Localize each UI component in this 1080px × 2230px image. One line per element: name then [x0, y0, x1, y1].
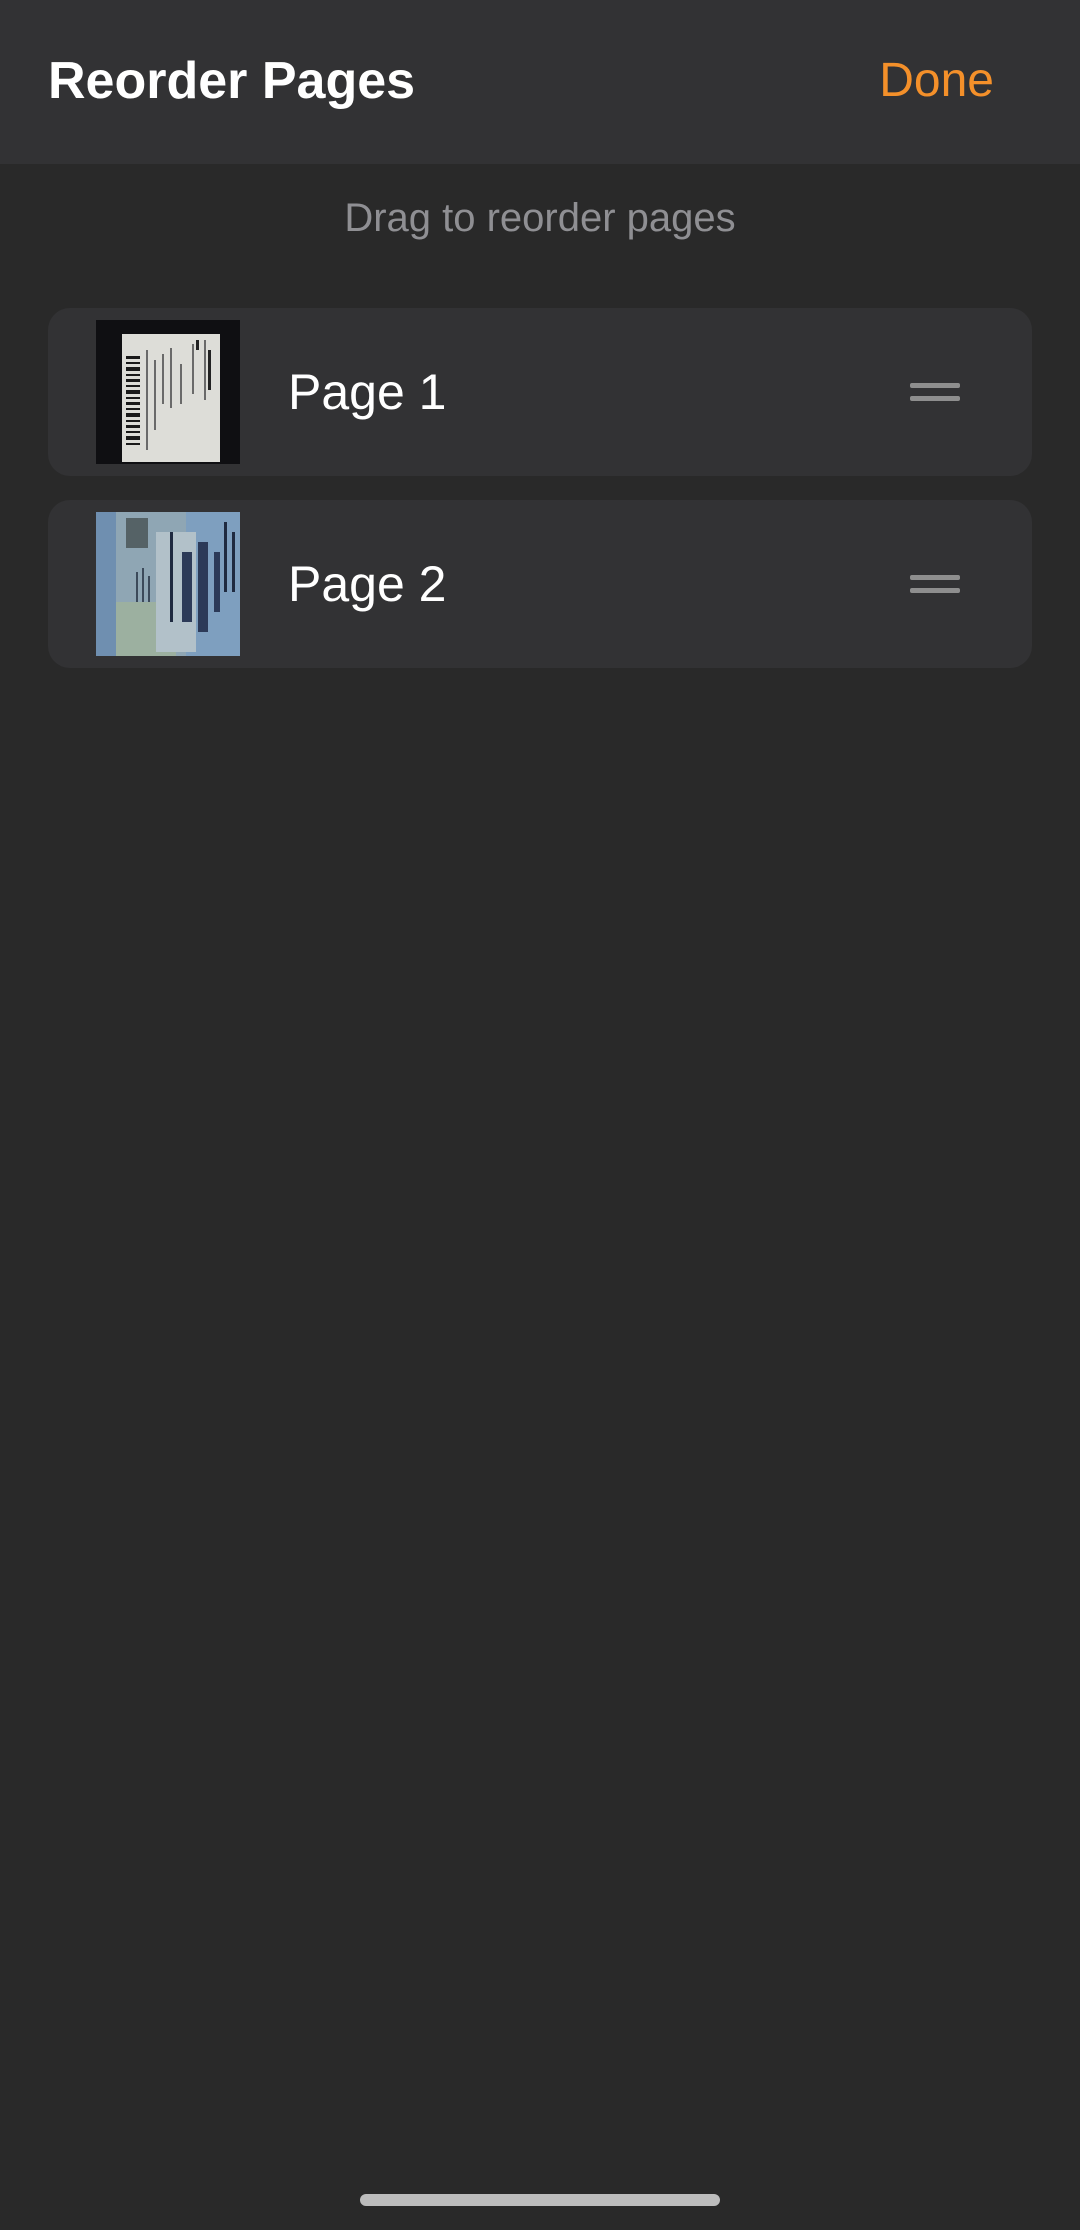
page-2-thumbnail	[96, 512, 240, 656]
page-1-label: Page 1	[288, 364, 447, 420]
drag-handle-icon[interactable]	[910, 566, 960, 602]
home-indicator[interactable]	[360, 2194, 720, 2206]
page-1-thumbnail	[96, 320, 240, 464]
page-title: Reorder Pages	[48, 52, 416, 110]
navigation-header: Reorder Pages Done	[0, 0, 1080, 164]
page-2-label: Page 2	[288, 556, 447, 612]
page-list: Page 1 Page 2	[48, 308, 1032, 692]
page-row-1[interactable]: Page 1	[48, 308, 1032, 476]
reorder-hint: Drag to reorder pages	[344, 196, 736, 240]
done-button[interactable]: Done	[879, 46, 994, 116]
drag-handle-icon[interactable]	[910, 374, 960, 410]
page-row-2[interactable]: Page 2	[48, 500, 1032, 668]
